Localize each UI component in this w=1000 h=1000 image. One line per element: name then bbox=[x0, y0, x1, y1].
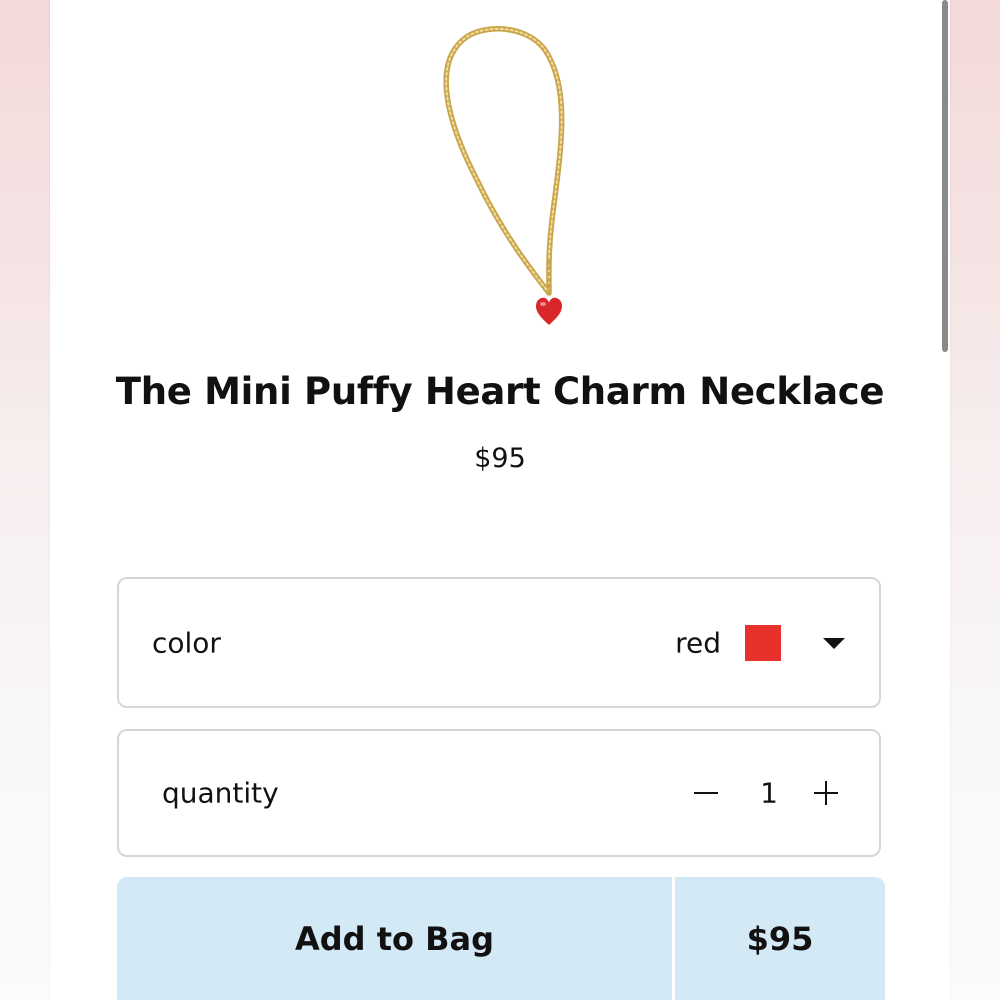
product-panel: The Mini Puffy Heart Charm Necklace $95 … bbox=[50, 0, 950, 1000]
heart-necklace-image bbox=[443, 26, 565, 325]
color-value: red bbox=[675, 626, 721, 659]
product-title: The Mini Puffy Heart Charm Necklace bbox=[115, 370, 885, 413]
scrollbar[interactable] bbox=[938, 0, 950, 1000]
minus-icon[interactable] bbox=[691, 778, 721, 808]
chevron-down-icon[interactable] bbox=[823, 637, 845, 649]
product-price: $95 bbox=[474, 443, 526, 474]
backdrop-left-edge bbox=[0, 0, 50, 1000]
add-to-bag-button[interactable]: Add to Bag bbox=[117, 877, 672, 1000]
color-swatch bbox=[745, 624, 781, 661]
color-select[interactable]: color red bbox=[117, 577, 881, 708]
quantity-stepper: quantity 1 bbox=[117, 729, 881, 857]
backdrop-right-edge bbox=[950, 0, 1000, 1000]
plus-icon[interactable] bbox=[811, 778, 841, 808]
quantity-label: quantity bbox=[162, 776, 279, 810]
add-to-bag-label: Add to Bag bbox=[294, 919, 495, 958]
quantity-value: 1 bbox=[760, 776, 778, 810]
add-to-bag-price-button[interactable]: $95 bbox=[675, 877, 885, 1000]
scrollbar-thumb[interactable] bbox=[942, 0, 948, 352]
cta-price-label: $95 bbox=[746, 919, 814, 958]
color-label: color bbox=[152, 626, 221, 659]
